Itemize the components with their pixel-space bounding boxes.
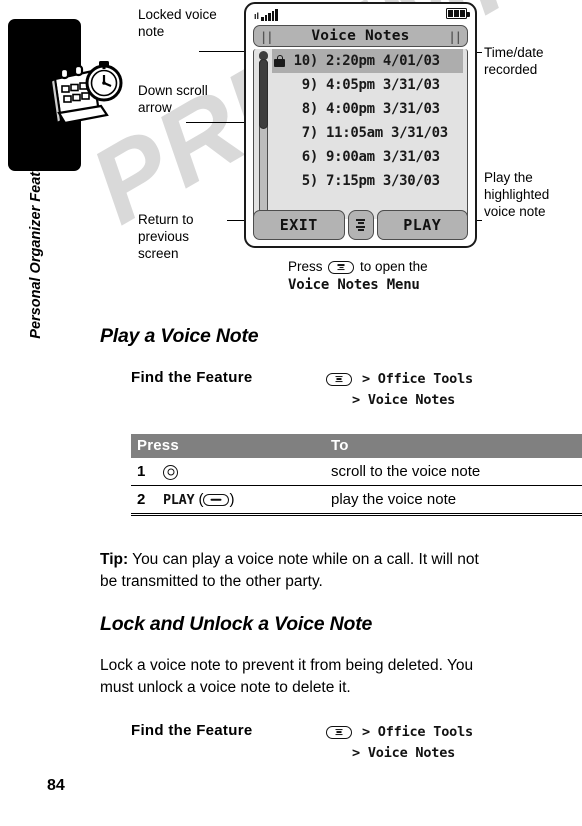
lock-icon bbox=[274, 55, 285, 67]
step-number: 2 bbox=[131, 485, 157, 516]
note-timestamp: 11:05am 3/31/03 bbox=[326, 125, 448, 141]
column-header-press: Press bbox=[131, 434, 325, 458]
callout-return-previous: Return to previous screen bbox=[138, 212, 194, 261]
voice-notes-list: 10) 2:20pm 4/01/03 9) 4:05pm 3/31/03 8) … bbox=[272, 49, 463, 193]
note-timestamp: 2:20pm 4/01/03 bbox=[326, 53, 440, 69]
menu-icon bbox=[356, 218, 365, 232]
step-number: 1 bbox=[131, 458, 157, 486]
manual-page: PRELIMINARY bbox=[0, 0, 582, 826]
note-index: 9) bbox=[301, 77, 319, 93]
table-row: 2 PLAY () play the voice note bbox=[131, 485, 582, 516]
callout-down-scroll-arrow: Down scroll arrow bbox=[138, 83, 208, 115]
title-mark-left: || bbox=[260, 30, 273, 44]
note-index: 10) bbox=[293, 53, 319, 69]
step-description: scroll to the voice note bbox=[325, 458, 582, 486]
status-bar: ıl bbox=[252, 6, 470, 24]
exit-softkey[interactable]: EXIT bbox=[253, 210, 345, 240]
step-key: PLAY () bbox=[157, 485, 325, 516]
step-description: play the voice note bbox=[325, 485, 582, 516]
scrollbar[interactable] bbox=[259, 51, 268, 216]
list-item[interactable]: 9) 4:05pm 3/31/03 bbox=[272, 73, 463, 97]
step-key-label: PLAY bbox=[163, 492, 195, 508]
step-key bbox=[157, 458, 325, 486]
find-the-feature-label: Find the Feature bbox=[131, 369, 253, 386]
tip-text: You can play a voice note while on a cal… bbox=[100, 551, 479, 590]
column-header-to: To bbox=[325, 434, 582, 458]
section-heading-lock: Lock and Unlock a Voice Note bbox=[100, 613, 373, 635]
menu-key-icon bbox=[328, 260, 355, 274]
note-index: 5) bbox=[301, 173, 319, 189]
note-timestamp: 9:00am 3/31/03 bbox=[326, 149, 440, 165]
note-timestamp: 4:00pm 3/31/03 bbox=[326, 101, 440, 117]
screen-title-bar: || Voice Notes || bbox=[253, 25, 468, 47]
note-index: 7) bbox=[301, 125, 319, 141]
press-menu-caption: Press to open the Voice Notes Menu bbox=[288, 258, 428, 294]
find-the-feature-path: > Office Tools > Voice Notes bbox=[324, 722, 473, 764]
list-item[interactable]: 10) 2:20pm 4/01/03 bbox=[272, 49, 463, 73]
page-number: 84 bbox=[47, 777, 65, 794]
menu-key-icon bbox=[326, 372, 352, 386]
list-item[interactable]: 7) 11:05am 3/31/03 bbox=[272, 121, 463, 145]
list-item[interactable]: 5) 7:15pm 3/30/03 bbox=[272, 169, 463, 193]
menu-path-line-2: > Voice Notes bbox=[352, 745, 456, 761]
soft-key-bar: EXIT PLAY bbox=[253, 210, 468, 240]
note-timestamp: 4:05pm 3/31/03 bbox=[326, 77, 440, 93]
press-caption-bold: Voice Notes Menu bbox=[288, 277, 420, 293]
title-mark-right: || bbox=[448, 30, 462, 44]
lock-paragraph: Lock a voice note to prevent it from bei… bbox=[100, 657, 474, 696]
note-index: 8) bbox=[301, 101, 319, 117]
menu-softkey[interactable] bbox=[347, 210, 374, 240]
note-index: 6) bbox=[301, 149, 319, 165]
page-title: Play a Voice Note bbox=[100, 325, 259, 347]
find-the-feature-path: > Office Tools > Voice Notes bbox=[324, 369, 473, 411]
battery-icon bbox=[446, 8, 470, 19]
phone-screen-mockup: ıl || Voice Notes || 10) 2:20pm 4/01/03 … bbox=[244, 2, 477, 248]
menu-path-line-1: > Office Tools bbox=[361, 371, 473, 387]
soft-key-icon bbox=[203, 494, 230, 507]
note-timestamp: 7:15pm 3/30/03 bbox=[326, 173, 440, 189]
table-row: 1 scroll to the voice note bbox=[131, 458, 582, 486]
callout-time-date-recorded: Time/date recorded bbox=[484, 45, 544, 77]
find-the-feature-label: Find the Feature bbox=[131, 722, 253, 739]
find-the-feature-2: Find the Feature > Office Tools > Voice … bbox=[131, 722, 473, 764]
callout-play-highlighted: Play the highlighted voice note bbox=[484, 170, 550, 219]
list-item[interactable]: 6) 9:00am 3/31/03 bbox=[272, 145, 463, 169]
list-item[interactable]: 8) 4:00pm 3/31/03 bbox=[272, 97, 463, 121]
menu-key-icon bbox=[326, 725, 352, 739]
voice-notes-list-area: 10) 2:20pm 4/01/03 9) 4:05pm 3/31/03 8) … bbox=[253, 49, 468, 219]
procedure-table: Press To 1 scroll to the voice note 2 PL… bbox=[131, 434, 582, 516]
callout-locked-voice-note: Locked voice note bbox=[138, 7, 217, 39]
table-header-row: Press To bbox=[131, 434, 582, 458]
tip-label: Tip: bbox=[100, 551, 129, 568]
screen-title: Voice Notes bbox=[311, 28, 410, 44]
tip-paragraph: Tip: You can play a voice note while on … bbox=[100, 549, 500, 592]
scrollbar-thumb[interactable] bbox=[259, 59, 268, 129]
chapter-side-label: Personal Organizer Features bbox=[28, 141, 44, 339]
menu-path-line-1: > Office Tools bbox=[361, 724, 473, 740]
leader-line-time-date-v bbox=[479, 52, 481, 53]
press-caption-prefix: Press bbox=[288, 259, 323, 274]
signal-bars-icon: ıl bbox=[254, 8, 278, 21]
navigation-key-icon bbox=[163, 464, 178, 480]
calendar-stopwatch-icon bbox=[47, 57, 125, 129]
menu-path-line-2: > Voice Notes bbox=[352, 392, 456, 408]
play-softkey[interactable]: PLAY bbox=[376, 210, 468, 240]
press-caption-suffix: to open the bbox=[360, 259, 428, 274]
find-the-feature-1: Find the Feature > Office Tools > Voice … bbox=[131, 369, 473, 411]
